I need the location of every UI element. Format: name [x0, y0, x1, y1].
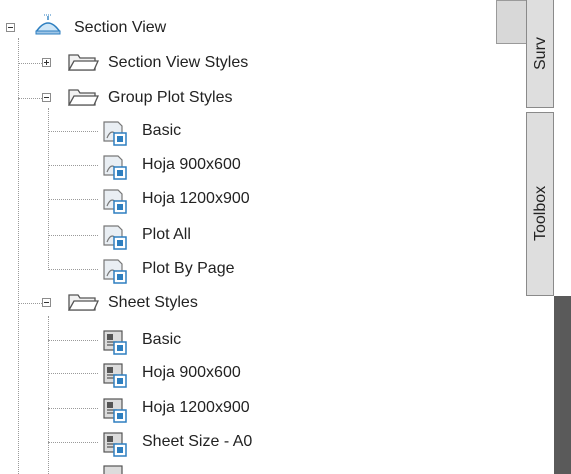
tree-item-sheet-style[interactable]: Sheet Size - A0	[100, 427, 300, 457]
tree-item-group-plot-style[interactable]: Plot All	[100, 220, 300, 250]
tab-toolbox-label: Toolbox	[532, 185, 549, 241]
sheet-style-icon	[100, 430, 130, 463]
sheet-style-icon	[100, 361, 130, 394]
tab-survey[interactable]: Surv	[526, 0, 554, 108]
side-panel: Surv Toolbox	[470, 0, 571, 474]
group-plot-style-icon	[100, 257, 130, 290]
tree-item-sheet-styles[interactable]: Sheet Styles	[108, 288, 198, 318]
folder-open-icon	[67, 86, 100, 113]
tree-item-group-plot-style[interactable]: Hoja 900x600	[100, 150, 300, 180]
group-plot-style-icon	[100, 119, 130, 152]
group-plot-style-icon	[100, 187, 130, 220]
folder-open-icon	[67, 291, 100, 318]
group-plot-style-icon	[100, 153, 130, 186]
tree-item-group-plot-style[interactable]: Plot By Page	[100, 254, 300, 284]
tree-item-sheet-style[interactable]: Hoja 900x600	[100, 358, 300, 388]
tree-item-group-plot-style[interactable]: Basic	[100, 116, 300, 146]
tree-item-group-plot-style[interactable]: Hoja 1200x900	[100, 184, 300, 214]
folder-icon	[67, 51, 100, 78]
tab-survey-label: Surv	[532, 37, 549, 70]
tree-item-partial	[100, 462, 300, 474]
section-view-icon	[33, 12, 63, 41]
prospector-tree: Section View Section View Styles Group P…	[0, 0, 470, 474]
group-plot-style-icon	[100, 223, 130, 256]
collapse-toggle-group-plot-styles[interactable]	[42, 93, 51, 102]
sheet-style-icon	[100, 396, 130, 429]
tree-item-sheet-style[interactable]: Basic	[100, 325, 300, 355]
collapse-toggle-section-view[interactable]	[6, 23, 15, 32]
sheet-style-icon	[100, 328, 130, 361]
expand-toggle-section-view-styles[interactable]	[42, 58, 51, 67]
tab-toolbox[interactable]: Toolbox	[526, 112, 554, 296]
tree-item-sheet-style[interactable]: Hoja 1200x900	[100, 393, 300, 423]
tree-item-section-view[interactable]: Section View	[74, 13, 166, 43]
scrollbar-thumb[interactable]	[496, 0, 528, 44]
tree-item-section-view-styles[interactable]: Section View Styles	[108, 48, 248, 78]
tree-item-group-plot-styles[interactable]: Group Plot Styles	[108, 83, 233, 113]
panel-background	[554, 296, 571, 474]
collapse-toggle-sheet-styles[interactable]	[42, 298, 51, 307]
